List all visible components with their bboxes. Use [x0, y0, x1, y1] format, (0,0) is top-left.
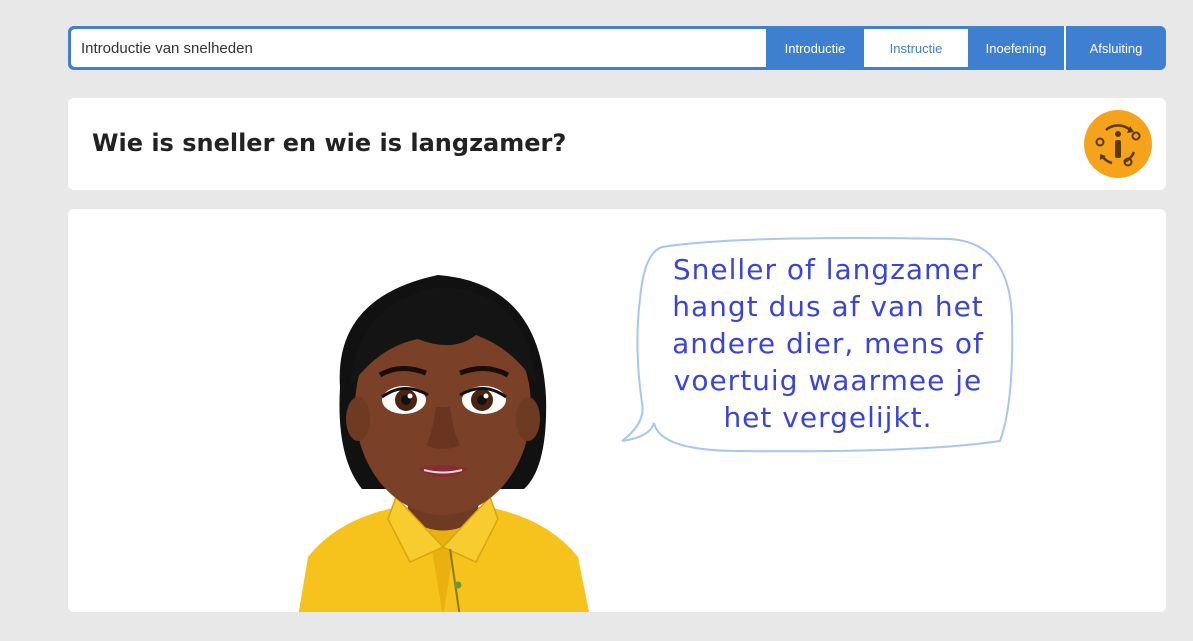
tab-afsluiting[interactable]: Afsluiting	[1066, 26, 1166, 70]
teacher-avatar	[298, 275, 589, 612]
speech-line: Sneller of langzamer	[672, 253, 984, 286]
tab-instructie[interactable]: Instructie	[864, 29, 968, 67]
speech-line: voertuig waarmee je	[673, 364, 983, 397]
lesson-tabs: Introductie Instructie Inoefening Afslui…	[766, 26, 1166, 70]
lesson-title-field: Introductie van snelheden	[71, 29, 766, 67]
tab-inoefening[interactable]: Inoefening	[968, 26, 1064, 70]
tab-introductie[interactable]: Introductie	[766, 26, 864, 70]
page-title: Wie is sneller en wie is langzamer?	[92, 129, 567, 157]
instruction-panel: Sneller of langzamer hangt dus af van he…	[68, 209, 1166, 612]
lesson-navigation-bar: Introductie van snelheden Introductie In…	[68, 26, 1166, 70]
speech-line: andere dier, mens of	[672, 327, 984, 360]
speech-line: hangt dus af van het	[672, 290, 984, 323]
speech-line: het vergelijkt.	[723, 401, 933, 434]
speech-bubble-text: Sneller of langzamer hangt dus af van he…	[648, 251, 1008, 436]
info-cycle-icon[interactable]	[1084, 110, 1152, 178]
question-header: Wie is sneller en wie is langzamer?	[68, 98, 1166, 190]
